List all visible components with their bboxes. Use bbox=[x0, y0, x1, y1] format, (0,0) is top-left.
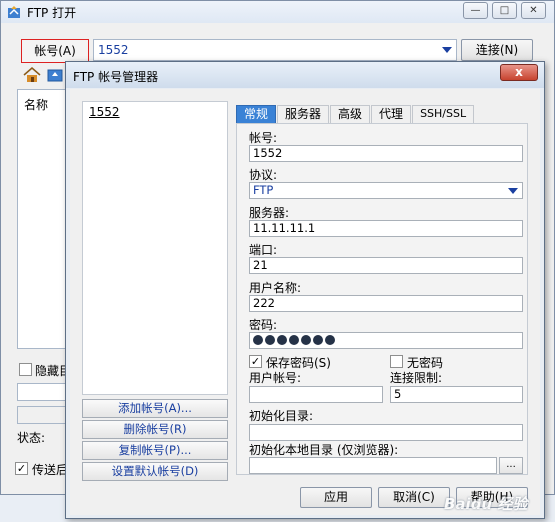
password-dot bbox=[301, 335, 311, 345]
account-dropdown[interactable]: 1552 bbox=[93, 39, 457, 61]
server-field[interactable]: 11.11.11.1 bbox=[249, 220, 523, 237]
add-account-button[interactable]: 添加帐号(A)... bbox=[82, 399, 228, 418]
filter-field[interactable] bbox=[17, 406, 67, 424]
tab-advanced[interactable]: 高级 bbox=[330, 105, 371, 123]
password-dot bbox=[253, 335, 263, 345]
password-dot bbox=[325, 335, 335, 345]
upload-folder-icon[interactable] bbox=[47, 67, 63, 83]
password-mask bbox=[253, 335, 335, 345]
set-default-account-button[interactable]: 设置默认帐号(D) bbox=[82, 462, 228, 481]
window-title: FTP 打开 bbox=[27, 6, 77, 20]
maximize-button[interactable]: □ bbox=[492, 2, 517, 19]
protocol-label: 协议: bbox=[249, 168, 278, 182]
password-dot bbox=[289, 335, 299, 345]
chevron-down-icon bbox=[442, 47, 452, 53]
dialog-close-button[interactable]: x bbox=[500, 64, 538, 81]
account-name-label: 帐号: bbox=[249, 131, 278, 145]
initial-directory-label: 初始化目录: bbox=[249, 409, 314, 423]
password-dot bbox=[265, 335, 275, 345]
server-label: 服务器: bbox=[249, 206, 290, 220]
account-manager-dialog: FTP 帐号管理器 x 1552 添加帐号(A)... 删除帐号(R) 复制帐号… bbox=[65, 61, 545, 519]
connection-limit-field[interactable]: 5 bbox=[390, 386, 523, 403]
protocol-select[interactable]: FTP bbox=[249, 182, 523, 199]
ftp-app-icon bbox=[8, 6, 20, 18]
tab-ssh-ssl[interactable]: SSH/SSL bbox=[412, 105, 475, 123]
initial-local-directory-field[interactable] bbox=[249, 457, 497, 474]
general-settings-panel: 帐号: 1552 协议: FTP 服务器: 11.11.11.1 端口: 21 … bbox=[236, 123, 528, 475]
baidu-watermark: Baidu 经验 bbox=[444, 495, 528, 513]
no-password-checkbox[interactable] bbox=[390, 355, 403, 368]
user-account-field[interactable] bbox=[249, 386, 383, 403]
tab-proxy[interactable]: 代理 bbox=[371, 105, 412, 123]
delete-account-button[interactable]: 删除帐号(R) bbox=[82, 420, 228, 439]
column-header-name[interactable]: 名称 bbox=[24, 96, 48, 113]
password-dot bbox=[313, 335, 323, 345]
port-label: 端口: bbox=[249, 243, 278, 257]
tab-general[interactable]: 常规 bbox=[236, 105, 277, 123]
hide-directory-checkbox[interactable] bbox=[19, 363, 32, 376]
dialog-titlebar: FTP 帐号管理器 x bbox=[66, 62, 544, 88]
minimize-button[interactable]: — bbox=[463, 2, 488, 19]
username-field[interactable]: 222 bbox=[249, 295, 523, 312]
password-dot bbox=[277, 335, 287, 345]
user-account-label: 用户帐号: bbox=[249, 371, 302, 385]
save-password-checkbox[interactable]: ✓ bbox=[249, 355, 262, 368]
initial-local-directory-label: 初始化本地目录 (仅浏览器): bbox=[249, 443, 399, 457]
password-field[interactable] bbox=[249, 332, 523, 349]
protocol-value: FTP bbox=[253, 183, 274, 197]
dialog-title: FTP 帐号管理器 bbox=[73, 70, 159, 84]
hide-directory-label: 隐藏目录 bbox=[35, 364, 67, 378]
home-icon[interactable] bbox=[23, 67, 41, 83]
tab-server[interactable]: 服务器 bbox=[277, 105, 330, 123]
dialog-body: 1552 添加帐号(A)... 删除帐号(R) 复制帐号(P)... 设置默认帐… bbox=[70, 89, 540, 515]
account-button[interactable]: 帐号(A) bbox=[21, 39, 89, 63]
send-after-label: 传送后 bbox=[32, 463, 68, 477]
port-field[interactable]: 21 bbox=[249, 257, 523, 274]
browse-button[interactable]: ... bbox=[499, 457, 523, 474]
password-label: 密码: bbox=[249, 318, 278, 332]
apply-button[interactable]: 应用 bbox=[300, 487, 372, 508]
account-name-field[interactable]: 1552 bbox=[249, 145, 523, 162]
connection-limit-label: 连接限制: bbox=[390, 371, 443, 385]
remote-file-list[interactable]: 名称 bbox=[17, 89, 69, 349]
send-after-checkbox[interactable]: ✓ bbox=[15, 462, 28, 475]
account-dropdown-value: 1552 bbox=[98, 43, 129, 57]
window-titlebar: FTP 打开 — □ ✕ bbox=[1, 1, 554, 23]
initial-directory-field[interactable] bbox=[249, 424, 523, 441]
account-list-item[interactable]: 1552 bbox=[89, 105, 120, 119]
status-label: 状态: bbox=[17, 431, 46, 445]
path-field[interactable] bbox=[17, 383, 67, 401]
connect-button[interactable]: 连接(N) bbox=[461, 39, 533, 61]
account-list[interactable]: 1552 bbox=[82, 101, 228, 395]
chevron-down-icon bbox=[508, 188, 518, 194]
tab-bar: 常规 服务器 高级 代理 SSH/SSL bbox=[236, 105, 475, 123]
cancel-button[interactable]: 取消(C) bbox=[378, 487, 450, 508]
username-label: 用户名称: bbox=[249, 281, 302, 295]
copy-account-button[interactable]: 复制帐号(P)... bbox=[82, 441, 228, 460]
close-window-button[interactable]: ✕ bbox=[521, 2, 546, 19]
